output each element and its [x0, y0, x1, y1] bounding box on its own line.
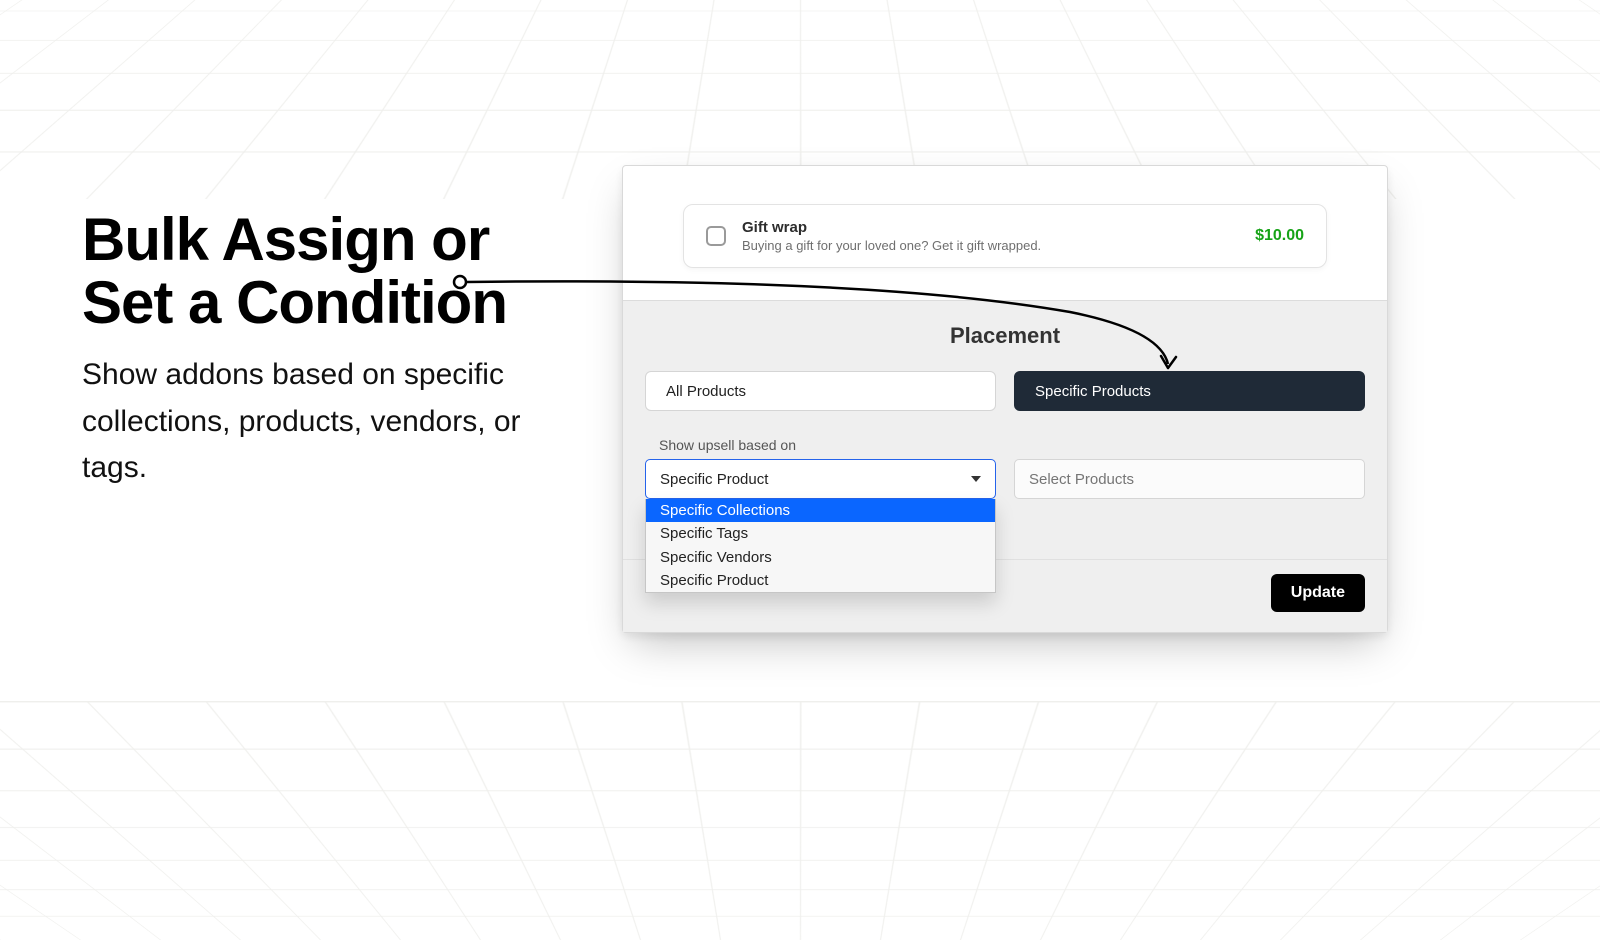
addon-price: $10.00 [1255, 227, 1304, 245]
select-products-input[interactable] [1014, 459, 1365, 499]
addon-title: Gift wrap [742, 219, 1255, 236]
settings-window: Gift wrap Buying a gift for your loved o… [622, 165, 1388, 633]
chevron-down-icon [971, 476, 981, 482]
upsell-basis-col: Specific Product Specific Collections Sp… [645, 459, 996, 499]
placement-heading: Placement [623, 323, 1387, 349]
option-specific-tags[interactable]: Specific Tags [646, 522, 995, 545]
addon-text: Gift wrap Buying a gift for your loved o… [742, 219, 1255, 253]
update-button[interactable]: Update [1271, 574, 1365, 612]
subline: Show addons based on specific collection… [82, 352, 582, 492]
option-specific-vendors[interactable]: Specific Vendors [646, 546, 995, 569]
addon-description: Buying a gift for your loved one? Get it… [742, 238, 1255, 253]
checkbox-icon[interactable] [706, 226, 726, 246]
upsell-basis-dropdown: Specific Collections Specific Tags Speci… [645, 499, 996, 593]
select-value: Specific Product [660, 471, 768, 488]
tab-all-products[interactable]: All Products [645, 371, 996, 411]
upsell-basis-select[interactable]: Specific Product [645, 459, 996, 499]
marketing-copy: Bulk Assign or Set a Condition Show addo… [82, 208, 582, 492]
option-specific-collections[interactable]: Specific Collections [646, 499, 995, 522]
products-col [1014, 459, 1365, 499]
upsell-basis-label: Show upsell based on [659, 437, 1365, 453]
headline: Bulk Assign or Set a Condition [82, 208, 582, 334]
tab-specific-products[interactable]: Specific Products [1014, 371, 1365, 411]
placement-panel: Placement All Products Specific Products… [623, 300, 1387, 559]
addon-card[interactable]: Gift wrap Buying a gift for your loved o… [683, 204, 1327, 268]
placement-tabs: All Products Specific Products [623, 371, 1387, 411]
option-specific-product[interactable]: Specific Product [646, 569, 995, 592]
